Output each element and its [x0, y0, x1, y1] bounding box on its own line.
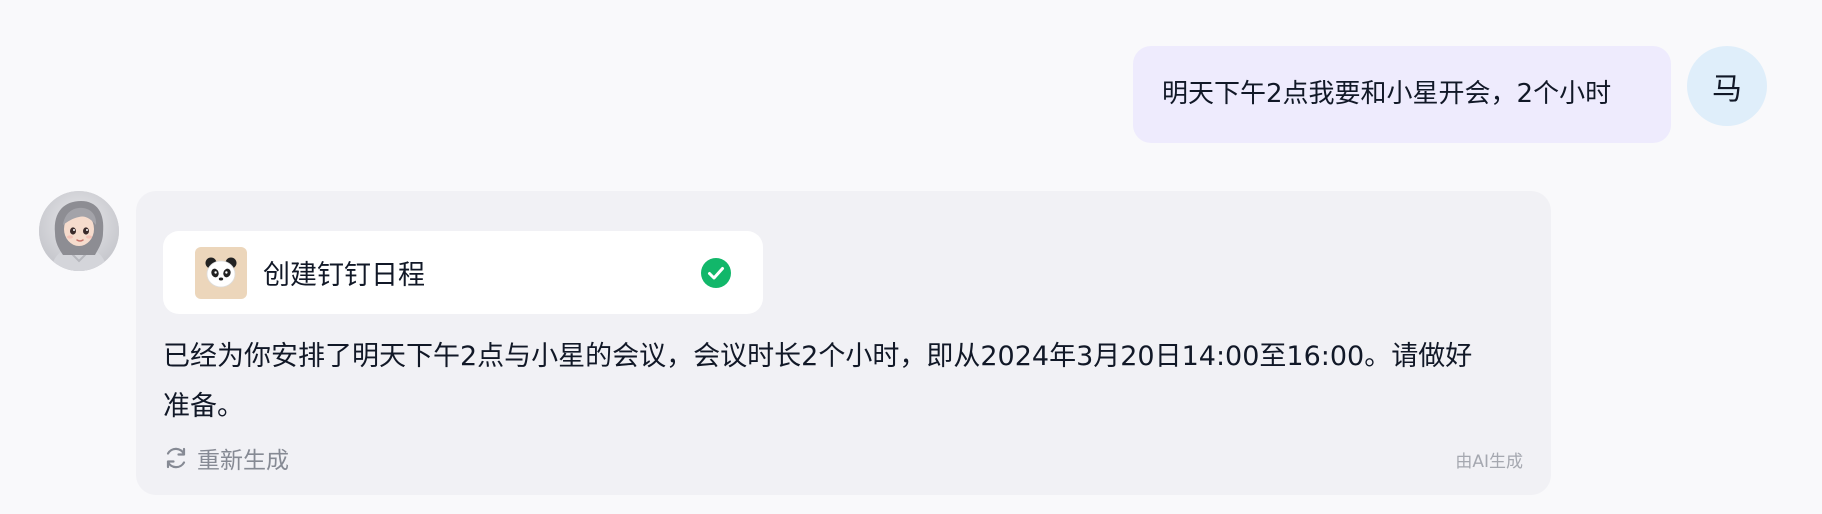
- ai-generated-note: 由AI生成: [1455, 452, 1523, 472]
- ai-reply-line: 已经为你安排了明天下午2点与小星的会议，会议时长2个小时，即从2024年3月20…: [163, 341, 1473, 372]
- ai-reply-line: 准备。: [163, 391, 244, 422]
- panda-icon: [195, 247, 247, 299]
- user-message-bubble: 明天下午2点我要和小星开会，2个小时: [1133, 46, 1671, 143]
- user-avatar-initial: 马: [1712, 72, 1742, 107]
- tool-card-title: 创建钉钉日程: [263, 260, 425, 291]
- ai-message-bubble: 创建钉钉日程 已经为你安排了明天下午2点与小星的会议，会议时长2个小时，即从20…: [136, 191, 1551, 495]
- regenerate-button[interactable]: 重新生成: [163, 440, 289, 476]
- ai-reply-text: 已经为你安排了明天下午2点与小星的会议，会议时长2个小时，即从2024年3月20…: [163, 332, 1523, 432]
- regenerate-label: 重新生成: [197, 448, 289, 474]
- girl-avatar-illustration: [39, 191, 119, 271]
- check-circle-icon: [701, 258, 731, 288]
- tool-call-card[interactable]: 创建钉钉日程: [163, 231, 763, 314]
- user-avatar[interactable]: 马: [1687, 46, 1767, 126]
- refresh-icon: [166, 447, 186, 469]
- user-message-text: 明天下午2点我要和小星开会，2个小时: [1162, 78, 1612, 109]
- ai-avatar[interactable]: [39, 191, 119, 271]
